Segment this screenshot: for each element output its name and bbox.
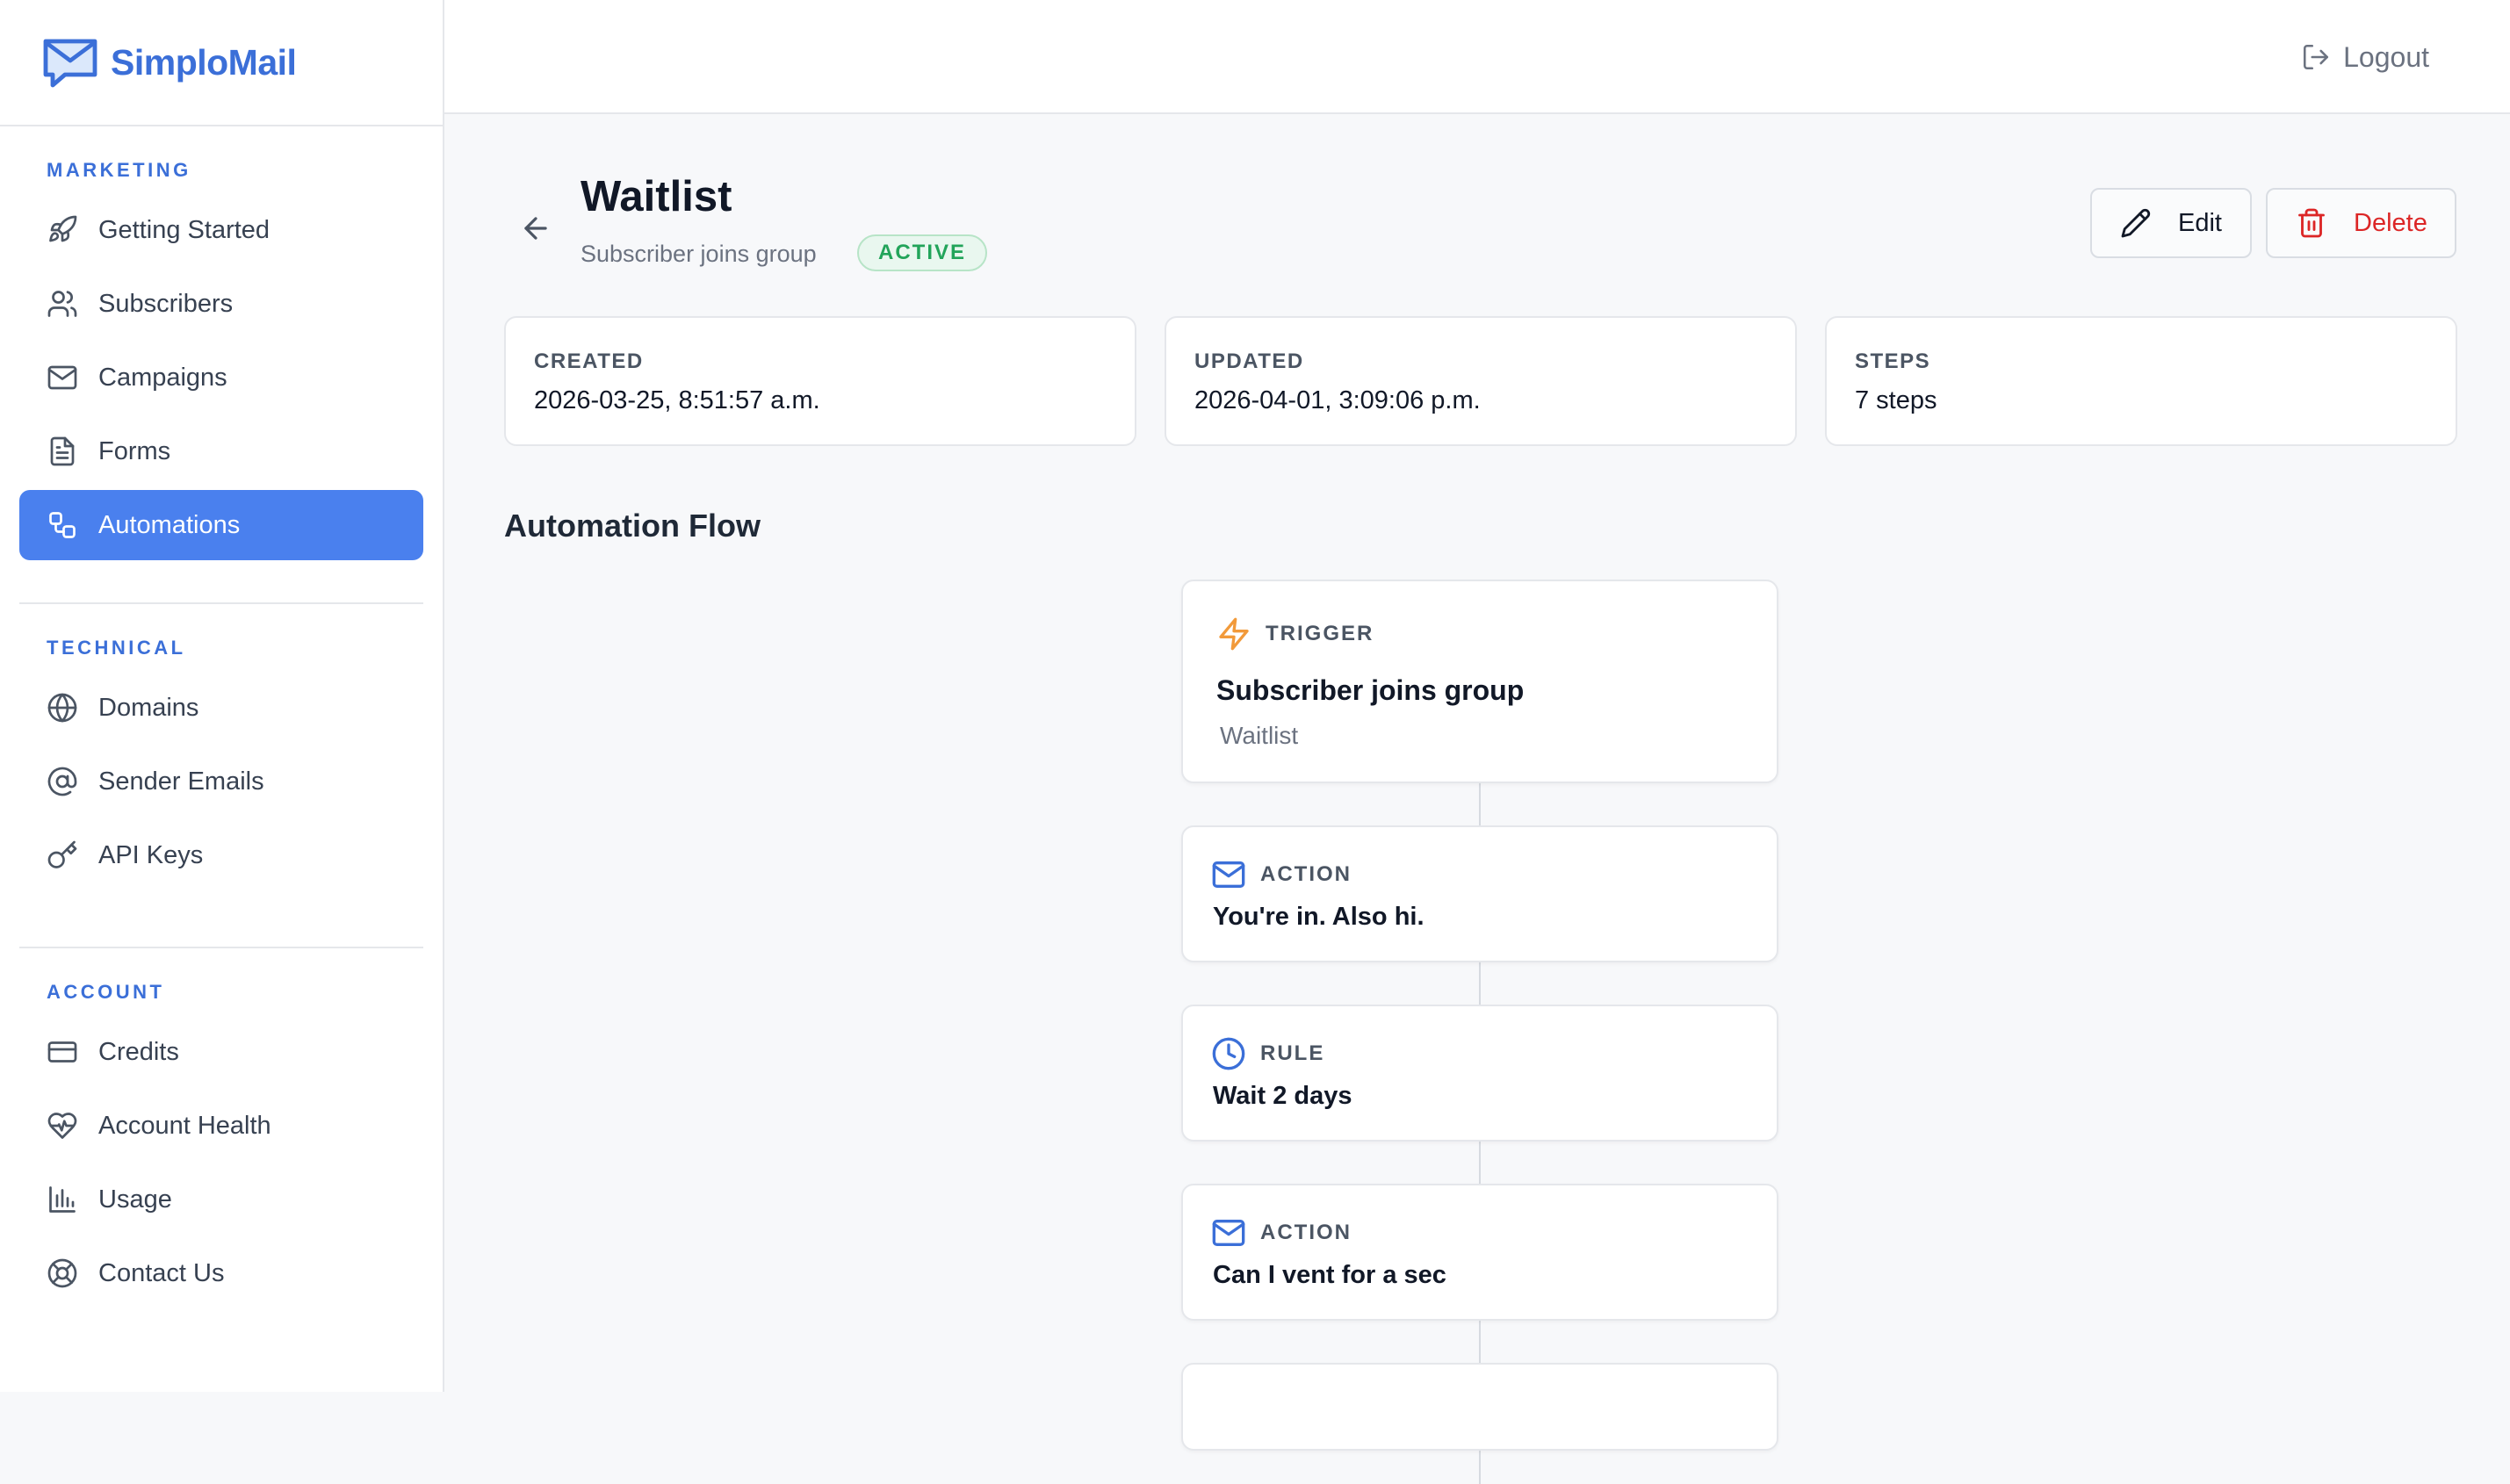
flow-step-partial[interactable] — [1181, 1363, 1778, 1451]
document-icon — [46, 435, 79, 468]
step-type: ACTION — [1260, 1221, 1352, 1244]
sidebar-item-label: Forms — [98, 436, 171, 465]
edit-label: Edit — [2178, 208, 2222, 237]
lifebuoy-icon — [46, 1257, 79, 1290]
sidebar-item-label: Automations — [98, 510, 241, 539]
arrow-left-icon — [524, 217, 547, 240]
sidebar-item-campaigns[interactable]: Campaigns — [19, 342, 423, 413]
mail-icon — [46, 361, 79, 394]
stat-key: STEPS — [1855, 349, 1931, 373]
sidebar-item-label: API Keys — [98, 840, 204, 869]
stat-key: UPDATED — [1194, 349, 1304, 373]
page-title: Waitlist — [581, 173, 732, 220]
step-name: You're in. Also hi. — [1213, 903, 1424, 931]
step-header: RULE — [1211, 1036, 1324, 1071]
sidebar-item-sender-emails[interactable]: Sender Emails — [19, 746, 423, 817]
stat-card-updated: UPDATED 2026-04-01, 3:09:06 p.m. — [1165, 316, 1797, 446]
sidebar-item-label: Account Health — [98, 1111, 271, 1140]
edit-button[interactable]: Edit — [2090, 188, 2252, 258]
delete-button[interactable]: Delete — [2266, 188, 2456, 258]
step-type: RULE — [1260, 1041, 1325, 1065]
stat-card-steps: STEPS 7 steps — [1825, 316, 2457, 446]
step-type: TRIGGER — [1266, 622, 1374, 645]
topbar: Logout — [444, 0, 2510, 114]
section-title-technical: TECHNICAL — [47, 637, 186, 659]
mail-icon — [1212, 1220, 1245, 1246]
globe-icon — [46, 691, 79, 724]
sidebar: SimploMail MARKETING Getting Started Sub… — [0, 0, 444, 1392]
logout-label: Logout — [2343, 40, 2429, 73]
workflow-icon — [46, 508, 79, 542]
step-header: ACTION — [1211, 857, 1352, 892]
rocket-icon — [46, 213, 79, 247]
app: SimploMail MARKETING Getting Started Sub… — [0, 0, 2510, 1484]
sidebar-item-subscribers[interactable]: Subscribers — [19, 269, 423, 339]
sidebar-item-getting-started[interactable]: Getting Started — [19, 195, 423, 265]
nav-section-marketing: MARKETING Getting Started Subscribers Ca… — [0, 158, 443, 560]
stat-value: 2026-03-25, 8:51:57 a.m. — [534, 386, 820, 414]
status-badge: ACTIVE — [857, 234, 988, 271]
trigger-summary: Subscriber joins group — [581, 241, 817, 267]
nav-section-technical: TECHNICAL Domains Sender Emails API Keys — [0, 636, 443, 890]
sidebar-item-automations[interactable]: Automations — [19, 490, 423, 560]
lightning-icon — [1219, 617, 1249, 651]
sidebar-item-label: Subscribers — [98, 289, 234, 318]
sidebar-item-label: Campaigns — [98, 363, 227, 392]
key-icon — [46, 839, 79, 872]
sidebar-item-account-health[interactable]: Account Health — [19, 1091, 423, 1161]
sidebar-item-label: Sender Emails — [98, 767, 264, 796]
brand[interactable]: SimploMail — [0, 0, 443, 126]
flow-step-action[interactable]: ACTION Can I vent for a sec — [1181, 1184, 1778, 1321]
step-header: TRIGGER — [1216, 616, 1374, 652]
step-detail: Waitlist — [1220, 722, 1299, 749]
step-name: Can I vent for a sec — [1213, 1261, 1446, 1289]
clock-icon — [1212, 1037, 1245, 1070]
sidebar-item-label: Domains — [98, 693, 199, 722]
stat-card-created: CREATED 2026-03-25, 8:51:57 a.m. — [504, 316, 1136, 446]
step-name: Wait 2 days — [1213, 1082, 1352, 1110]
main-content: Waitlist Subscriber joins group ACTIVE E… — [444, 114, 2510, 1484]
sidebar-item-label: Credits — [98, 1037, 179, 1066]
nav-section-account: ACCOUNT Credits Account Health Usage Con… — [0, 980, 443, 1308]
section-title-marketing: MARKETING — [47, 159, 191, 181]
flow-step-action[interactable]: ACTION You're in. Also hi. — [1181, 825, 1778, 962]
trash-icon — [2298, 208, 2325, 238]
flow-title: Automation Flow — [504, 508, 761, 544]
brand-name: SimploMail — [111, 41, 297, 83]
sidebar-item-usage[interactable]: Usage — [19, 1164, 423, 1235]
delete-label: Delete — [2354, 208, 2427, 237]
stat-value: 7 steps — [1855, 386, 1937, 414]
bar-chart-icon — [46, 1183, 79, 1216]
section-title-account: ACCOUNT — [47, 981, 165, 1003]
heart-pulse-icon — [46, 1109, 79, 1142]
back-button[interactable] — [509, 202, 562, 255]
sidebar-item-forms[interactable]: Forms — [19, 416, 423, 486]
logout-icon — [2304, 44, 2329, 70]
sidebar-item-label: Usage — [98, 1185, 172, 1214]
mail-logo-icon — [43, 39, 97, 88]
step-header: ACTION — [1211, 1215, 1352, 1250]
flow-step-trigger[interactable]: TRIGGER Subscriber joins group Waitlist — [1181, 580, 1778, 783]
sidebar-item-credits[interactable]: Credits — [19, 1017, 423, 1087]
sidebar-item-label: Contact Us — [98, 1258, 225, 1287]
flow-step-rule[interactable]: RULE Wait 2 days — [1181, 1005, 1778, 1142]
users-icon — [46, 287, 79, 321]
sidebar-item-domains[interactable]: Domains — [19, 673, 423, 743]
stat-key: CREATED — [534, 349, 644, 373]
logout-button[interactable]: Logout — [2301, 35, 2429, 79]
mail-icon — [1212, 861, 1245, 888]
credit-card-icon — [46, 1035, 79, 1069]
sidebar-item-api-keys[interactable]: API Keys — [19, 820, 423, 890]
sidebar-item-contact-us[interactable]: Contact Us — [19, 1238, 423, 1308]
sidebar-item-label: Getting Started — [98, 215, 270, 244]
stat-value: 2026-04-01, 3:09:06 p.m. — [1194, 386, 1481, 414]
pencil-icon — [2121, 208, 2151, 238]
at-sign-icon — [46, 765, 79, 798]
step-name: Subscriber joins group — [1216, 674, 1525, 706]
step-type: ACTION — [1260, 862, 1352, 886]
